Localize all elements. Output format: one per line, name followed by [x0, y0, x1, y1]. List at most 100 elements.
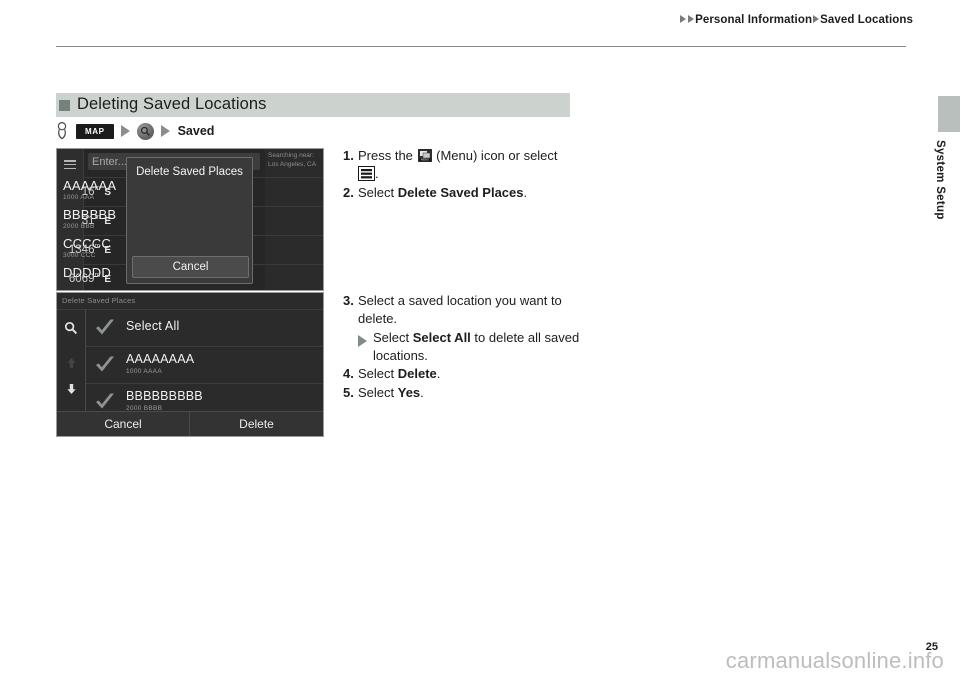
step-2: 2. Select Delete Saved Places.	[343, 184, 593, 202]
list-item-distance: 16m S	[57, 185, 114, 198]
section-header: Deleting Saved Locations	[56, 93, 570, 117]
step-text: Select Delete Saved Places.	[358, 184, 593, 202]
screen1-distance-column: Searching near: Los Angeles, CA	[266, 149, 323, 290]
step-text: Select Delete.	[358, 365, 593, 383]
svg-text:MENU: MENU	[421, 158, 429, 162]
list-item-label: Select All	[126, 319, 180, 333]
step-5-bold: Yes	[397, 385, 421, 400]
header-divider	[56, 46, 906, 47]
square-bullet-icon	[59, 99, 70, 111]
breadcrumb-arrow-icon	[688, 15, 695, 23]
cancel-button[interactable]: Cancel	[57, 412, 190, 436]
step-text: Select Yes.	[358, 384, 593, 402]
step-3-substep: Select Select All to delete all saved lo…	[358, 329, 593, 365]
breadcrumb-item-personal-information: Personal Information	[695, 14, 813, 26]
checkmark-icon[interactable]	[94, 391, 116, 413]
scroll-up-arrow-icon[interactable]	[66, 357, 77, 369]
delete-saved-places-dialog: Delete Saved Places Cancel	[126, 157, 253, 284]
searching-near-label: Searching near: Los Angeles, CA	[268, 152, 323, 169]
screen2-footer: Cancel Delete	[57, 411, 323, 436]
step-number: 2.	[343, 185, 354, 200]
path-arrow-icon	[160, 125, 170, 137]
list-item[interactable]: AAAAAAAA 1000 AAAA	[86, 347, 322, 383]
step-3: 3. Select a saved location you want to d…	[343, 292, 593, 328]
distance-divider	[266, 235, 323, 236]
page-title: Deleting Saved Locations	[77, 94, 267, 113]
step-text: Press the MENU (Menu) icon or select.	[358, 147, 593, 183]
distance-value: 31	[81, 214, 95, 227]
step-4-bold: Delete	[397, 366, 437, 381]
side-tab-label: System Setup	[934, 140, 946, 220]
distance-divider	[266, 206, 323, 207]
step-number: 4.	[343, 366, 354, 381]
list-item-distance: 1346m E	[57, 243, 114, 256]
step-4-pre: Select	[358, 366, 398, 381]
side-tab-marker	[938, 96, 960, 132]
step-4: 4. Select Delete.	[343, 365, 593, 383]
breadcrumb-arrow-icon	[680, 15, 687, 23]
list-item-address: 1000 AAAA	[126, 368, 162, 375]
step-number: 5.	[343, 385, 354, 400]
map-button-chip[interactable]: MAP	[76, 123, 114, 139]
distance-unit: m	[94, 185, 101, 192]
step-5-pre: Select	[358, 385, 398, 400]
step-1-mid: (Menu) icon or select	[432, 148, 558, 163]
magnifier-icon[interactable]	[136, 122, 154, 140]
page-number: 25	[925, 641, 938, 653]
step-5: 5. Select Yes.	[343, 384, 593, 402]
distance-direction: E	[104, 215, 111, 227]
distance-divider	[266, 177, 323, 178]
list-item-label: BBBBBBBBB	[126, 389, 203, 403]
near-label-text: Searching near:	[268, 152, 314, 159]
top-header: Personal Information Saved Locations	[0, 14, 960, 46]
checkmark-icon[interactable]	[94, 317, 116, 339]
hamburger-icon	[358, 166, 375, 181]
step-1-post: .	[375, 166, 379, 181]
screenshot-delete-saved-places-list: Delete Saved Places Select All AAAAAAAA …	[56, 292, 324, 437]
hamburger-icon[interactable]	[64, 160, 76, 170]
substep-text: Select Select All to delete all saved lo…	[373, 329, 593, 365]
step-number: 3.	[343, 293, 354, 308]
list-item-select-all[interactable]: Select All	[86, 310, 322, 346]
path-final-label: Saved	[177, 124, 215, 138]
checkmark-icon[interactable]	[94, 354, 116, 376]
step-1-pre: Press the	[358, 148, 417, 163]
magnifier-icon[interactable]	[64, 321, 78, 335]
scroll-down-arrow-icon[interactable]	[66, 383, 77, 395]
distance-direction: E	[104, 244, 111, 256]
instruction-steps-group-1: 1. Press the MENU (Menu) icon or select.…	[343, 147, 593, 203]
step-2-bold: Delete Saved Places	[397, 185, 524, 200]
delete-button[interactable]: Delete	[190, 412, 323, 436]
breadcrumb-item-saved-locations: Saved Locations	[820, 14, 913, 26]
substep-bold: Select All	[412, 330, 471, 345]
list-item-distance: 31m E	[57, 214, 114, 227]
distance-value: 6069	[68, 272, 95, 285]
step-2-post: .	[523, 185, 528, 200]
distance-value: 1346	[68, 243, 95, 256]
hand-pointer-icon	[57, 122, 67, 140]
distance-unit: m	[94, 214, 101, 221]
list-item-label: AAAAAAAA	[126, 352, 195, 366]
step-1: 1. Press the MENU (Menu) icon or select.	[343, 147, 593, 183]
path-arrow-icon	[120, 125, 130, 137]
step-number: 1.	[343, 148, 354, 163]
screenshot-delete-saved-places-confirm: Enter... AAAAAA 1000 AAA BBBBBB 2000 BBB…	[56, 148, 324, 291]
menu-button-icon: MENU	[417, 149, 432, 162]
watermark: carmanualsonline.info	[725, 648, 944, 673]
substep-arrow-icon	[358, 329, 373, 365]
distance-direction: E	[104, 273, 111, 285]
navigation-path: MAP Saved	[56, 121, 214, 141]
distance-value: 16	[81, 185, 95, 198]
near-value-text: Los Angeles, CA	[268, 160, 317, 168]
distance-unit: m	[94, 243, 101, 250]
breadcrumb: Personal Information Saved Locations	[679, 14, 913, 26]
screen2-title: Delete Saved Places	[62, 296, 136, 305]
step-4-post: .	[436, 366, 441, 381]
breadcrumb-arrow-icon	[813, 15, 820, 23]
distance-direction: S	[104, 186, 111, 198]
dialog-title: Delete Saved Places	[136, 166, 243, 178]
step-text: Select a saved location you want to dele…	[358, 293, 562, 326]
cancel-button[interactable]: Cancel	[132, 256, 249, 278]
instruction-steps-group-2: 3. Select a saved location you want to d…	[343, 292, 593, 403]
substep-pre: Select	[373, 330, 413, 345]
